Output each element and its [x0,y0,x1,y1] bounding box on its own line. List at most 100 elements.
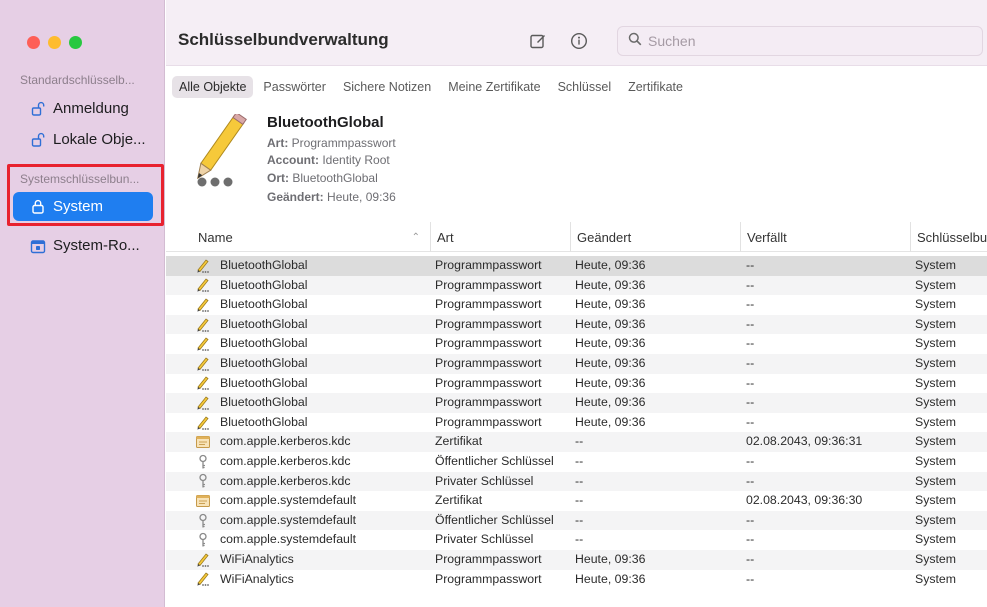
cell-art: Programmpasswort [435,375,542,390]
table-row[interactable]: WiFiAnalytics Programmpasswort Heute, 09:3… [166,549,987,570]
password-icon [195,395,211,411]
minimize-window-button[interactable] [48,36,61,49]
cell-geaendert: Heute, 09:36 [575,355,646,370]
cell-verfaellt: -- [746,395,755,410]
tab-alle-objekte[interactable]: Alle Objekte [172,76,254,98]
table-row[interactable]: com.apple.kerberos.kdc Öffentlicher Schlü… [166,452,987,472]
column-header-verfaellt[interactable]: Verfällt [740,222,910,252]
cell-name: com.apple.systemdefault [195,511,425,531]
password-icon [195,415,211,431]
window-controls [27,36,82,49]
cell-geaendert: Heute, 09:36 [575,375,646,390]
cell-schluesselbund: System [915,434,956,449]
cell-geaendert: Heute, 09:36 [575,258,646,272]
table-row[interactable]: BluetoothGlobal Programmpasswort Heute, 09… [166,334,987,354]
column-header-label: Schlüsselbu [917,229,987,245]
cell-name: com.apple.kerberos.kdc [195,432,425,452]
cell-geaendert: Heute, 09:36 [575,316,646,331]
compose-icon [530,34,545,49]
password-icon [195,375,211,391]
table-row[interactable]: BluetoothGlobal Programmpasswort Heute, 09… [166,374,987,394]
table-row[interactable]: com.apple.systemdefault Privater Schlüsse… [166,530,987,550]
cell-geaendert: -- [575,512,584,527]
cell-name-text: BluetoothGlobal [220,355,308,370]
cell-name-text: com.apple.kerberos.kdc [220,473,351,488]
cell-schluesselbund: System [915,277,956,292]
table-row[interactable]: WiFiAnalytics Programmpasswort Heute, 09:3… [166,570,987,590]
cell-name: com.apple.kerberos.kdc [195,452,425,472]
table-row[interactable]: BluetoothGlobal Programmpasswort Heute, 09… [166,295,987,315]
password-pencil-icon [182,111,252,194]
cell-name: BluetoothGlobal [195,354,425,374]
table-row[interactable]: com.apple.kerberos.kdc Privater Schlüssel… [166,471,987,492]
sidebar-item-lokale-objekte[interactable]: Lokale Obje... [13,125,153,154]
sidebar-item-anmeldung[interactable]: Anmeldung [13,94,153,123]
cell-name: BluetoothGlobal [195,315,425,335]
cell-name: WiFiAnalytics [195,550,425,570]
tab-zertifikate[interactable]: Zertifikate [621,76,690,98]
table-header: Name ⌃ Art Geändert Verfällt Schlüsselbu [166,222,987,252]
table-row[interactable]: BluetoothGlobal Programmpasswort Heute, 09… [166,393,987,413]
column-header-label: Art [437,229,454,245]
cell-name: BluetoothGlobal [195,334,425,354]
cell-geaendert: Heute, 09:36 [575,277,646,292]
password-icon [195,356,211,372]
tab-sichere-notizen[interactable]: Sichere Notizen [336,76,438,98]
cell-name-text: BluetoothGlobal [220,336,308,351]
password-icon [195,317,211,333]
cell-name-text: BluetoothGlobal [220,316,308,331]
search-field[interactable] [617,26,983,56]
cell-name-text: BluetoothGlobal [220,277,308,292]
cell-verfaellt: -- [746,375,755,390]
new-item-button[interactable] [527,30,549,52]
tab-schluessel[interactable]: Schlüssel [551,76,619,98]
cell-name: com.apple.kerberos.kdc [195,472,425,492]
column-header-label: Verfällt [747,229,787,245]
tab-passwoerter[interactable]: Passwörter [256,76,333,98]
cell-art: Programmpasswort [435,414,542,429]
cell-verfaellt: -- [746,316,755,331]
cell-name-text: com.apple.systemdefault [220,512,357,527]
column-header-label: Name [198,229,233,245]
cell-schluesselbund: System [915,493,956,508]
password-icon [195,571,211,587]
cell-name-text: com.apple.kerberos.kdc [220,434,351,449]
info-button[interactable] [568,30,590,52]
table-body: BluetoothGlobal Programmpasswort Heute, 09… [166,256,987,589]
cell-art: Programmpasswort [435,297,542,312]
column-header-schluesselbund[interactable]: Schlüsselbu [910,222,987,252]
search-input[interactable] [648,33,948,49]
cell-schluesselbund: System [915,336,956,351]
cell-geaendert: -- [575,453,584,468]
table-row[interactable]: BluetoothGlobal Programmpasswort Heute, 09… [166,256,987,276]
table-row[interactable]: com.apple.systemdefault Öffentlicher Schl… [166,510,987,531]
tab-meine-zertifikate[interactable]: Meine Zertifikate [441,76,547,98]
cell-schluesselbund: System [915,297,956,312]
table-row[interactable]: BluetoothGlobal Programmpasswort Heute, 09… [166,275,987,296]
table-row[interactable]: com.apple.systemdefault Zertifikat -- 02.08… [166,491,987,511]
cell-geaendert: Heute, 09:36 [575,414,646,429]
unlock-icon [29,101,47,116]
key-icon [195,473,211,489]
table-row[interactable]: BluetoothGlobal Programmpasswort Heute, 09… [166,314,987,335]
column-header-name[interactable]: Name ⌃ [198,222,428,252]
table-row[interactable]: BluetoothGlobal Programmpasswort Heute, 09… [166,353,987,374]
category-tabs: Alle Objekte Passwörter Sichere Notizen … [166,72,693,102]
table-row[interactable]: BluetoothGlobal Programmpasswort Heute, 09… [166,413,987,433]
cell-schluesselbund: System [915,395,956,410]
close-window-button[interactable] [27,36,40,49]
sidebar-item-system-roots[interactable]: System-Ro... [13,231,153,260]
key-icon [195,532,211,548]
cell-verfaellt: -- [746,336,755,351]
zoom-window-button[interactable] [69,36,82,49]
cell-schluesselbund: System [915,551,956,566]
keychain-window: Standardschlüsselb... Anmeldung Lokale O… [0,0,987,607]
table-row[interactable]: com.apple.kerberos.kdc Zertifikat -- 02.08.… [166,432,987,452]
cell-geaendert: -- [575,434,584,449]
cell-art: Programmpasswort [435,355,542,370]
column-header-art[interactable]: Art [430,222,570,252]
detail-art: Art: Programmpasswort [267,136,396,150]
cell-art: Programmpasswort [435,571,542,586]
column-header-label: Geändert [577,229,632,245]
column-header-geaendert[interactable]: Geändert [570,222,740,252]
